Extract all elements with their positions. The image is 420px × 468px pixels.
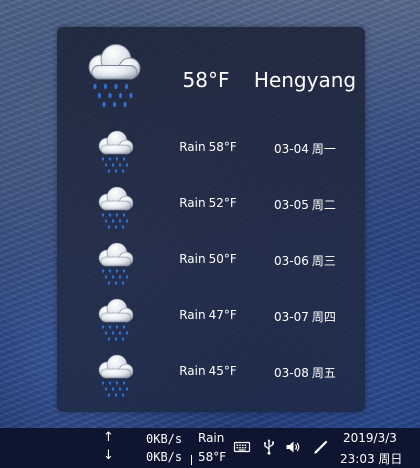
forecast-condition: Rain 47°F [179, 308, 237, 322]
forecast-date: 03-04 周一 [274, 142, 336, 156]
forecast-condition: Rain 50°F [179, 252, 237, 266]
forecast-condition: Rain 52°F [179, 196, 237, 210]
rain-cloud-icon [91, 294, 139, 342]
forecast-condition: Rain 45°F [179, 364, 237, 378]
download-arrow-icon: ↓ [103, 448, 114, 463]
current-city: Hengyang [253, 68, 357, 92]
current-temperature: 58°F [182, 68, 230, 92]
forecast-date: 03-06 周三 [274, 254, 336, 268]
clock-date: 2019/3/3 [343, 431, 397, 445]
taskbar-weather-condition: Rain [198, 431, 225, 445]
forecast-date: 03-08 周五 [274, 366, 336, 380]
forecast-row: Rain 45°F 03-08 周五 [57, 346, 365, 402]
pen-icon[interactable] [312, 438, 330, 456]
text-cursor [191, 455, 192, 465]
rain-cloud-icon [77, 37, 149, 109]
forecast-date: 03-05 周二 [274, 198, 336, 212]
rain-cloud-icon [91, 350, 139, 398]
forecast-row: Rain 58°F 03-04 周一 [57, 122, 365, 178]
usb-icon[interactable] [260, 438, 278, 456]
forecast-condition: Rain 58°F [179, 140, 237, 154]
forecast-row: Rain 52°F 03-05 周二 [57, 178, 365, 234]
upload-arrow-icon: ↑ [103, 430, 114, 445]
upload-speed: 0KB/s [146, 432, 183, 446]
rain-cloud-icon [91, 126, 139, 174]
clock-time: 23:03 周日 [340, 452, 403, 466]
forecast-row: Rain 47°F 03-07 周四 [57, 290, 365, 346]
forecast-date: 03-07 周四 [274, 310, 336, 324]
volume-icon[interactable] [284, 438, 302, 456]
keyboard-icon[interactable] [233, 438, 251, 456]
download-speed: 0KB/s [146, 450, 183, 464]
rain-cloud-icon [91, 238, 139, 286]
forecast-row: Rain 50°F 03-06 周三 [57, 234, 365, 290]
rain-cloud-icon [91, 182, 139, 230]
taskbar-weather-temperature: 58°F [198, 450, 227, 464]
